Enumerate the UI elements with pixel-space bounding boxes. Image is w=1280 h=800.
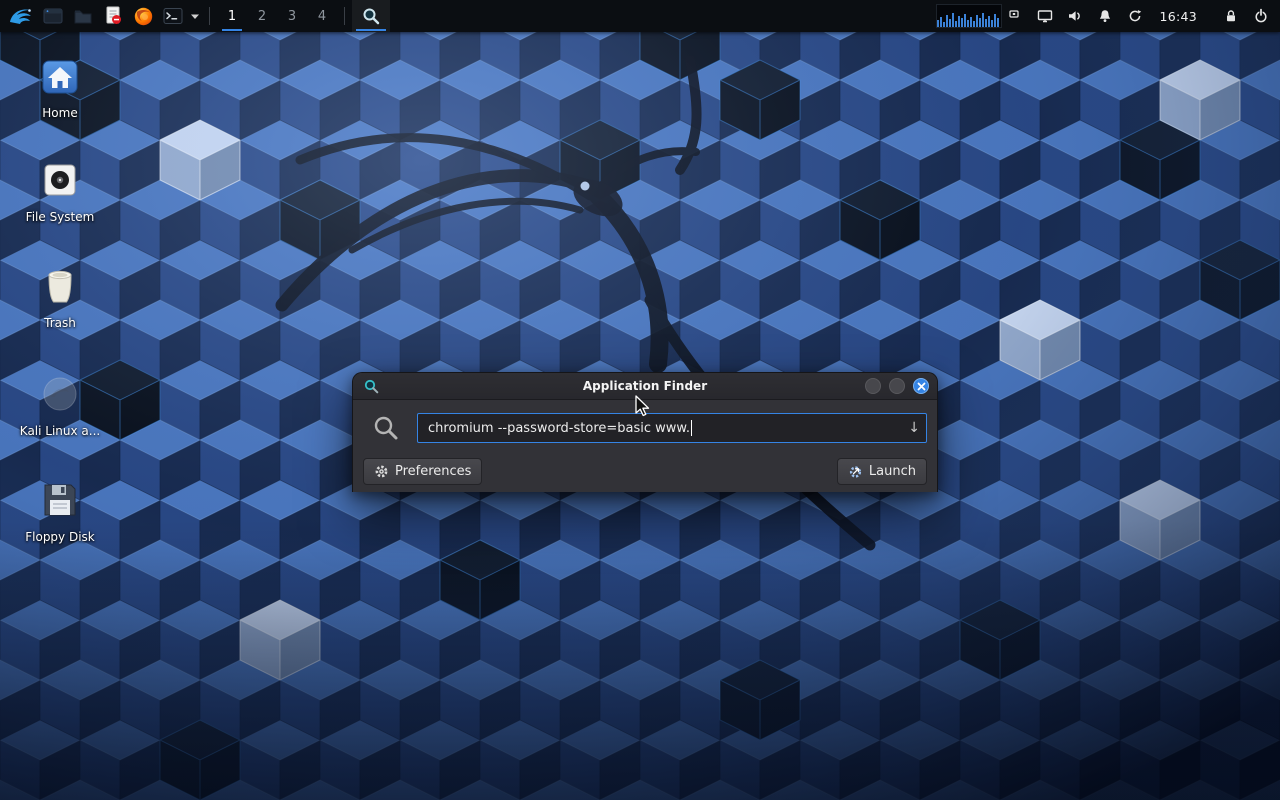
preferences-button[interactable]: Preferences bbox=[363, 458, 482, 485]
power-icon bbox=[1253, 8, 1269, 24]
desktop-icon-label: Trash bbox=[44, 316, 76, 330]
notifications-button[interactable] bbox=[1090, 0, 1120, 32]
desktop-icon-floppy-disk[interactable]: Floppy Disk bbox=[18, 476, 102, 544]
volume-icon bbox=[1067, 8, 1083, 24]
desktop-icon-label: Home bbox=[42, 106, 77, 120]
applications-menu-button[interactable] bbox=[4, 0, 38, 32]
desktop-icon-label: Kali Linux a... bbox=[20, 424, 100, 438]
desktop-icon-file-system[interactable]: File System bbox=[18, 156, 102, 224]
power-button[interactable] bbox=[1246, 0, 1276, 32]
firefox-icon bbox=[133, 6, 154, 27]
close-button[interactable] bbox=[913, 378, 929, 394]
file-system-drive-icon bbox=[36, 156, 84, 204]
lock-icon bbox=[1223, 8, 1239, 24]
launch-button[interactable]: Launch bbox=[837, 458, 927, 485]
workspace-switcher: 1 2 3 4 bbox=[217, 0, 337, 32]
preferences-button-label: Preferences bbox=[395, 464, 471, 479]
application-finder-window: Application Finder chromium --password-s… bbox=[352, 372, 938, 492]
refresh-icon bbox=[1127, 8, 1143, 24]
kali-logo-icon bbox=[8, 3, 34, 29]
titlebar[interactable]: Application Finder bbox=[353, 373, 937, 400]
window-title: Application Finder bbox=[353, 379, 937, 393]
search-icon bbox=[373, 415, 399, 441]
display-icon bbox=[1037, 8, 1053, 24]
launcher-files-dark[interactable] bbox=[68, 0, 98, 32]
dark-folder-icon bbox=[73, 6, 93, 26]
text-caret bbox=[691, 420, 692, 436]
bell-icon bbox=[1097, 8, 1113, 24]
updates-button[interactable] bbox=[1120, 0, 1150, 32]
desktop-icon-trash[interactable]: Trash bbox=[18, 262, 102, 330]
text-editor-icon bbox=[103, 6, 123, 26]
workspace-2[interactable]: 2 bbox=[247, 0, 277, 32]
gear-icon bbox=[374, 464, 389, 479]
minimize-button[interactable] bbox=[865, 378, 881, 394]
taskbar-application-finder[interactable] bbox=[352, 0, 390, 32]
floppy-disk-icon bbox=[36, 476, 84, 524]
launcher-terminal[interactable] bbox=[158, 0, 188, 32]
indicator-icon bbox=[1008, 6, 1020, 22]
terminal-profile-dropdown[interactable] bbox=[188, 0, 202, 32]
panel-separator bbox=[344, 7, 345, 25]
desktop-icon-kali-docs[interactable]: Kali Linux a... bbox=[18, 370, 102, 438]
launcher-firefox[interactable] bbox=[128, 0, 158, 32]
launcher-file-manager[interactable] bbox=[38, 0, 68, 32]
maximize-button[interactable] bbox=[889, 378, 905, 394]
desktop-icon-label: File System bbox=[26, 210, 95, 224]
application-finder-icon bbox=[362, 7, 380, 25]
file-manager-window-icon bbox=[43, 6, 63, 26]
volume-button[interactable] bbox=[1060, 0, 1090, 32]
cpu-graph-bars-icon bbox=[937, 5, 1001, 27]
desktop-icon-home[interactable]: Home bbox=[18, 52, 102, 120]
panel-separator bbox=[209, 7, 210, 25]
application-finder-icon bbox=[364, 379, 379, 394]
command-input-value: chromium --password-store=basic www. bbox=[428, 421, 690, 436]
launcher-text-editor[interactable] bbox=[98, 0, 128, 32]
launch-button-label: Launch bbox=[869, 464, 916, 479]
panel-indicator bbox=[1008, 6, 1020, 26]
top-panel: 1 2 3 4 bbox=[0, 0, 1280, 32]
chevron-down-icon bbox=[190, 13, 200, 20]
workspace-4[interactable]: 4 bbox=[307, 0, 337, 32]
home-folder-icon bbox=[36, 52, 84, 100]
screen-lock-button[interactable] bbox=[1216, 0, 1246, 32]
kali-docs-faded-icon bbox=[36, 370, 84, 418]
terminal-icon bbox=[163, 6, 183, 26]
trash-empty-icon bbox=[36, 262, 84, 310]
dropdown-arrow-icon[interactable]: ↓ bbox=[900, 420, 920, 436]
command-input[interactable]: chromium --password-store=basic www. ↓ bbox=[417, 413, 927, 443]
display-settings-button[interactable] bbox=[1030, 0, 1060, 32]
clock[interactable]: 16:43 bbox=[1150, 9, 1206, 24]
desktop-icon-label: Floppy Disk bbox=[25, 530, 95, 544]
launch-icon bbox=[848, 464, 863, 479]
cpu-graph[interactable] bbox=[936, 4, 1002, 28]
workspace-3[interactable]: 3 bbox=[277, 0, 307, 32]
close-icon bbox=[917, 382, 926, 391]
workspace-1[interactable]: 1 bbox=[217, 0, 247, 32]
